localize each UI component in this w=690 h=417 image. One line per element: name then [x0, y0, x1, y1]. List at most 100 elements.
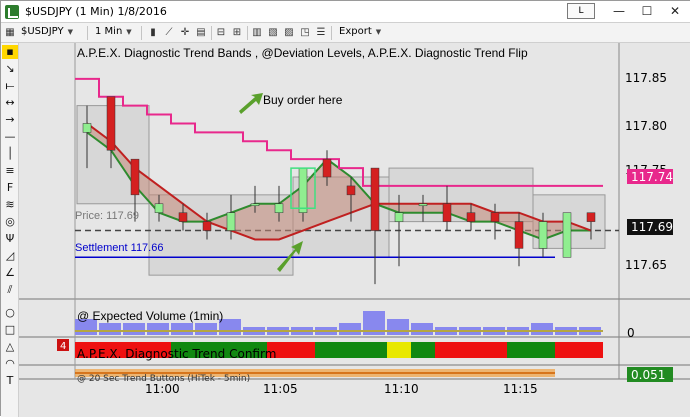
confirm-block: [411, 342, 435, 358]
time-tick: 11:10: [384, 382, 419, 396]
vertical-line-icon[interactable]: │: [2, 147, 18, 161]
bar-type-icon[interactable]: ▮: [147, 27, 159, 39]
properties-icon[interactable]: ☰: [315, 27, 327, 39]
parallel-lines-icon[interactable]: ⫽: [2, 283, 18, 297]
candle-body[interactable]: [442, 203, 452, 222]
chart-window: $USDJPY (1 Min) 1/8/2016 L — ☐ ✕ ▦ $USDJ…: [0, 0, 690, 417]
extended-line-icon[interactable]: ↔: [2, 96, 18, 110]
pointer-tool-icon[interactable]: ▪: [2, 45, 18, 59]
templates-icon[interactable]: ▨: [283, 27, 295, 39]
confirm-block: [579, 342, 603, 358]
volume-bar: [171, 323, 193, 335]
current-badge-value: 117.69: [631, 220, 673, 234]
fibonacci-icon[interactable]: F: [2, 181, 18, 195]
buy-annotation-text: Buy order here: [263, 93, 343, 107]
symbol-selector[interactable]: $USDJPY ▼: [21, 26, 73, 40]
toolbar-divider: [247, 26, 248, 40]
horizontal-line-icon[interactable]: —: [2, 130, 18, 144]
candle-body[interactable]: [322, 158, 332, 178]
target-icon[interactable]: ◎: [2, 215, 18, 229]
time-tick: 11:15: [503, 382, 538, 396]
confirm-block: [387, 342, 411, 358]
strategies-icon[interactable]: ▧: [267, 27, 279, 39]
export-label: Export: [339, 26, 372, 37]
toolbar-divider: [141, 26, 142, 40]
candle-body[interactable]: [250, 203, 260, 207]
candle-body[interactable]: [298, 167, 308, 213]
line-tool-icon[interactable]: ⟋: [163, 27, 175, 39]
candle-body[interactable]: [514, 221, 524, 249]
candle-body[interactable]: [562, 212, 572, 258]
current-price-badge: 117.69: [627, 219, 673, 235]
candle-body[interactable]: [202, 221, 212, 231]
data-window-icon[interactable]: ▤: [195, 27, 207, 39]
chevron-down-icon: ▼: [126, 28, 132, 36]
candle-body[interactable]: [178, 212, 188, 222]
chart-canvas[interactable]: A.P.E.X. Diagnostic Trend Bands , @Devia…: [19, 43, 690, 417]
symbol-value: $USDJPY: [21, 26, 64, 37]
candle-body[interactable]: [490, 212, 500, 222]
candle-body[interactable]: [586, 212, 596, 222]
chart-settings-icon[interactable]: ▦: [4, 27, 16, 39]
interval-selector[interactable]: 1 Min ▼: [95, 26, 132, 40]
trend-badge-value: 0.051: [631, 368, 665, 382]
minimize-button[interactable]: —: [607, 3, 631, 19]
confirm-block: [363, 342, 387, 358]
candle-body[interactable]: [82, 123, 92, 133]
volume-axis-tick: 0: [627, 326, 635, 340]
candle-body[interactable]: [418, 203, 428, 207]
magenta-price-badge: 117.74: [627, 169, 673, 184]
chevron-down-icon: ▼: [375, 28, 382, 36]
text-tool-icon[interactable]: T: [2, 374, 18, 388]
candle-body[interactable]: [538, 221, 548, 249]
triangle-icon[interactable]: △: [2, 340, 18, 354]
candle-body[interactable]: [226, 212, 236, 231]
close-button[interactable]: ✕: [663, 3, 687, 19]
toolbar-divider: [87, 26, 88, 40]
candle-body[interactable]: [346, 185, 356, 196]
zoom-out-icon[interactable]: ⊟: [215, 27, 227, 39]
price-tick: 117.80: [625, 119, 667, 133]
chevron-down-icon: ▼: [67, 28, 73, 36]
ellipse-icon[interactable]: ○: [2, 306, 18, 320]
pitchfork-icon[interactable]: Ψ: [2, 232, 18, 246]
drawing-tools-sidebar: ▪ ↘ ⟝ ↔ → — │ ≡ F ≋ ◎ Ψ ◿ ∠ ⫽ ○ □ △ ◠ T: [1, 43, 19, 417]
export-menu[interactable]: Export ▼: [339, 26, 381, 40]
confirm-block: [483, 342, 507, 358]
window-title: $USDJPY (1 Min) 1/8/2016: [25, 5, 167, 18]
candle-body[interactable]: [394, 212, 404, 222]
gann-fan-icon[interactable]: ◿: [2, 249, 18, 263]
arc-icon[interactable]: ◠: [2, 357, 18, 371]
candle-body[interactable]: [130, 158, 140, 196]
crosshair-icon[interactable]: ✛: [179, 27, 191, 39]
arrow-line-icon[interactable]: →: [2, 113, 18, 127]
magenta-badge-value: 117.74: [631, 170, 673, 184]
maximize-button[interactable]: ☐: [635, 3, 659, 19]
zoom-in-icon[interactable]: ⊞: [231, 27, 243, 39]
candle-body[interactable]: [154, 203, 164, 213]
toolbar-divider: [211, 26, 212, 40]
time-tick: 11:05: [263, 382, 298, 396]
candle-body[interactable]: [274, 203, 284, 213]
confirm-badge-value: 4: [60, 341, 66, 352]
confirm-block: [531, 342, 555, 358]
price-tick: 117.65: [625, 258, 667, 272]
confirm-block: [435, 342, 459, 358]
rectangle-icon[interactable]: □: [2, 323, 18, 337]
candle-body[interactable]: [466, 212, 476, 222]
channel-icon[interactable]: ≡: [2, 164, 18, 178]
candle-body[interactable]: [370, 167, 380, 231]
chart-area[interactable]: A.P.E.X. Diagnostic Trend Bands , @Devia…: [19, 43, 690, 417]
angle-icon[interactable]: ∠: [2, 266, 18, 280]
volume-bar: [531, 323, 553, 335]
confirm-block: [459, 342, 483, 358]
indicators-icon[interactable]: ▥: [251, 27, 263, 39]
ray-tool-icon[interactable]: ↘: [2, 62, 18, 76]
confirm-block: [291, 342, 315, 358]
regression-icon[interactable]: ≋: [2, 198, 18, 212]
candle-body[interactable]: [106, 96, 116, 151]
link-mode-button[interactable]: L: [567, 3, 595, 19]
price-label: Price: 117.69: [75, 210, 139, 222]
line-tool-icon[interactable]: ⟝: [2, 79, 18, 93]
workspace-icon[interactable]: ◳: [299, 27, 311, 39]
